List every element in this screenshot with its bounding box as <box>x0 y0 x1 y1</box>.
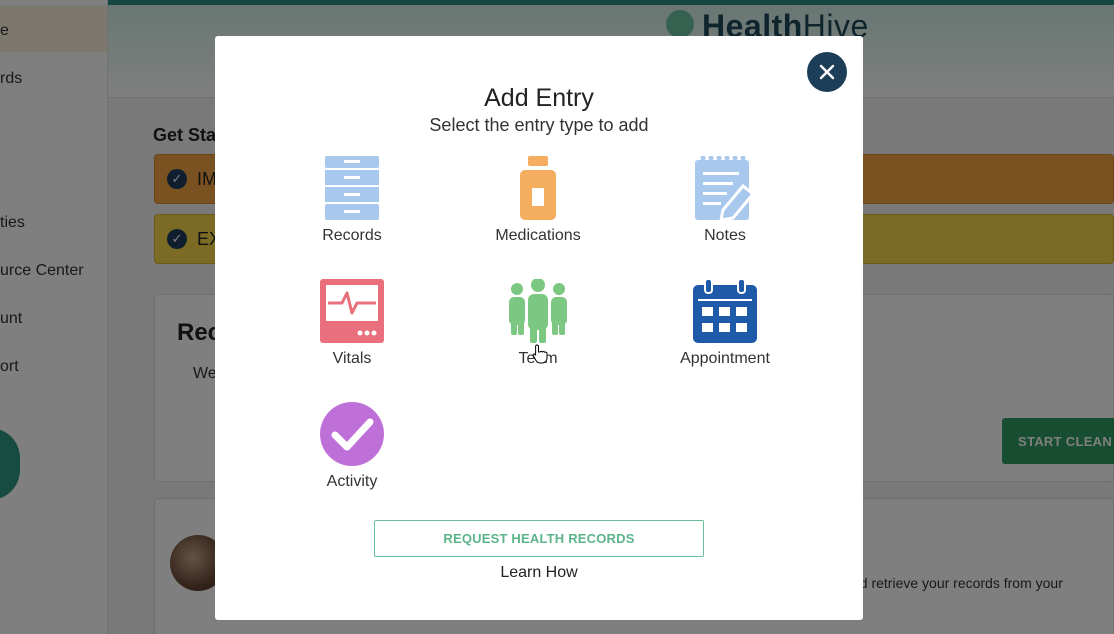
entry-label: Activity <box>326 473 378 490</box>
hand-cursor-icon <box>532 344 548 364</box>
calendar-icon <box>693 279 757 343</box>
entry-label: Records <box>322 227 382 244</box>
entry-records[interactable]: Records <box>282 156 422 256</box>
entry-medications[interactable]: Medications <box>468 156 608 256</box>
entry-label: Appointment <box>680 350 770 367</box>
entry-vitals[interactable]: Vitals <box>282 279 422 379</box>
entry-label: Notes <box>704 227 746 244</box>
team-people-icon <box>509 279 567 343</box>
entry-label: Medications <box>495 227 581 244</box>
entry-activity[interactable]: Activity <box>282 402 422 502</box>
learn-how-link[interactable]: Learn How <box>215 564 863 582</box>
notepad-pencil-icon <box>695 156 756 220</box>
add-entry-modal: Add Entry Select the entry type to add R… <box>215 36 863 620</box>
pill-bottle-icon <box>520 156 556 220</box>
request-health-records-button[interactable]: REQUEST HEALTH RECORDS <box>374 520 704 557</box>
check-circle-icon <box>320 402 384 466</box>
modal-subtitle: Select the entry type to add <box>429 115 649 135</box>
heart-monitor-icon <box>320 279 384 343</box>
close-icon <box>819 64 835 80</box>
entry-label: Vitals <box>332 350 372 367</box>
entry-team[interactable]: Team <box>468 279 608 379</box>
file-cabinet-icon <box>325 156 379 220</box>
modal-title: Add Entry <box>484 84 594 112</box>
entry-notes[interactable]: Notes <box>655 156 795 256</box>
entry-appointment[interactable]: Appointment <box>655 279 795 379</box>
